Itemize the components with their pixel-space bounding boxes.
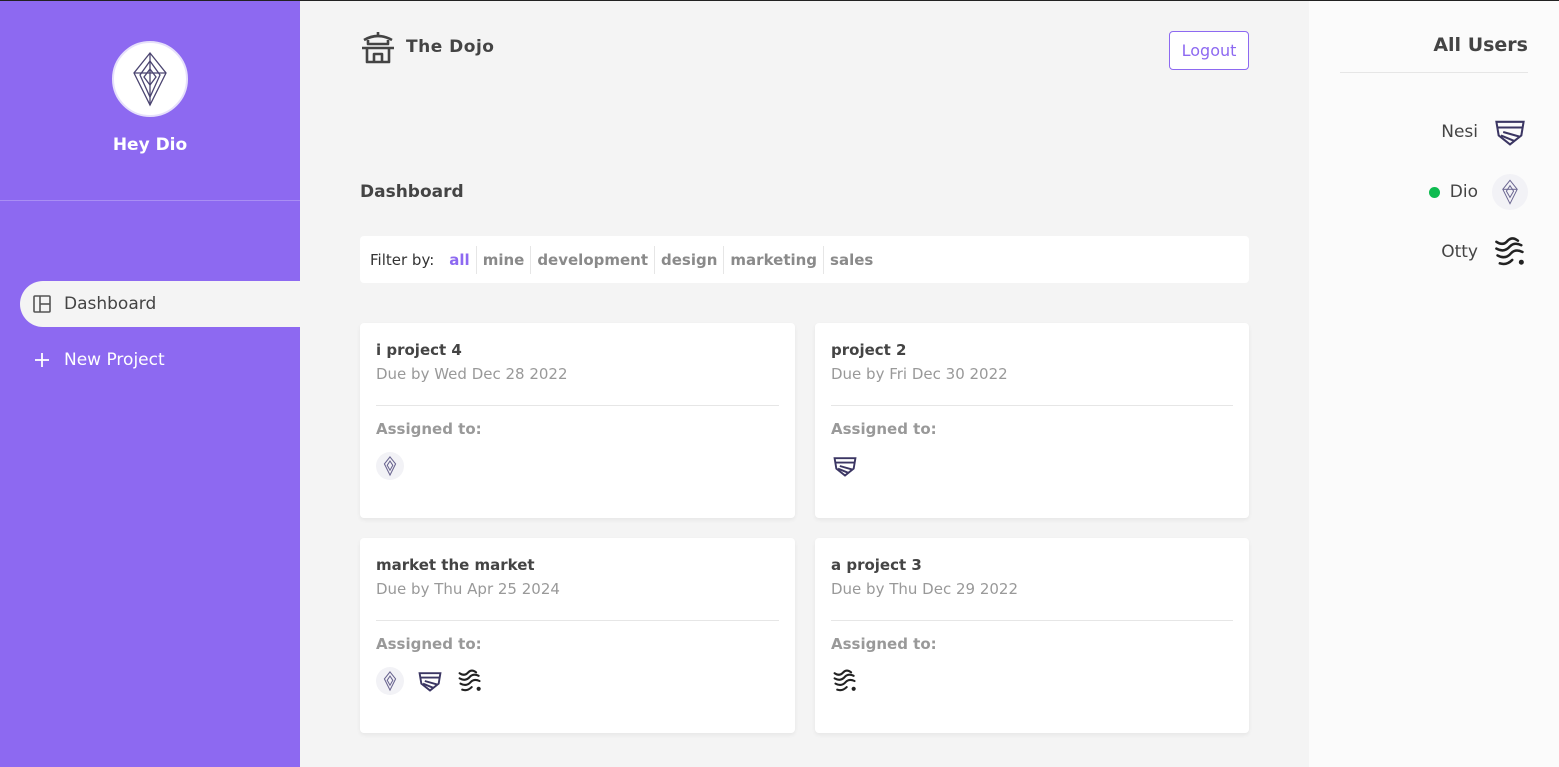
project-card[interactable]: a project 3 Due by Thu Dec 29 2022 Assig… [815, 538, 1249, 733]
project-card[interactable]: i project 4 Due by Wed Dec 28 2022 Assig… [360, 323, 795, 518]
card-divider [376, 620, 779, 621]
user-avatar [1492, 114, 1528, 150]
nav-dashboard-label: Dashboard [64, 294, 157, 314]
wavy-lines-avatar-icon [1495, 237, 1524, 266]
card-divider [831, 405, 1233, 406]
assigned-label: Assigned to: [831, 635, 937, 653]
sidebar: Hey Dio Dashboard New Project [0, 0, 300, 767]
filter-mine[interactable]: mine [477, 245, 532, 274]
geometric-diamond-avatar-icon [383, 456, 397, 477]
user-item: Dio [1428, 174, 1528, 210]
project-due-date: Due by Wed Dec 28 2022 [376, 365, 568, 383]
brand-name: The Dojo [406, 37, 495, 57]
card-divider [831, 620, 1233, 621]
wavy-lines-avatar-icon [458, 669, 481, 692]
nav-new-project-label: New Project [64, 350, 165, 370]
dashboard-icon [33, 295, 51, 313]
brand[interactable]: The Dojo [360, 30, 494, 64]
user-avatar [1492, 174, 1528, 210]
assigned-avatars [831, 452, 1233, 480]
nav-dashboard[interactable]: Dashboard [20, 281, 300, 327]
assigned-label: Assigned to: [831, 420, 937, 438]
page-title: Dashboard [360, 182, 464, 202]
online-indicator [1428, 186, 1440, 198]
project-card[interactable]: market the market Due by Thu Apr 25 2024… [360, 538, 795, 733]
assigned-avatars [376, 452, 779, 480]
geometric-diamond-avatar-icon [133, 51, 167, 107]
assigned-avatars [831, 667, 1233, 695]
user-name: Nesi [1441, 122, 1478, 142]
avatar-dio [376, 452, 404, 480]
project-due-date: Due by Thu Dec 29 2022 [831, 580, 1018, 598]
avatar-otty [831, 667, 859, 695]
project-due-date: Due by Fri Dec 30 2022 [831, 365, 1008, 383]
users-panel-title: All Users [1433, 34, 1528, 56]
card-divider [376, 405, 779, 406]
filter-sales[interactable]: sales [824, 246, 879, 274]
avatar-nesi [416, 667, 444, 695]
greeting: Hey Dio [112, 135, 188, 155]
project-title: i project 4 [376, 341, 462, 359]
user-name: Dio [1449, 182, 1478, 202]
filter-label: Filter by: [370, 250, 435, 269]
assigned-avatars [376, 667, 779, 695]
project-title: project 2 [831, 341, 907, 359]
filter-design[interactable]: design [655, 245, 725, 274]
user-name: Otty [1441, 242, 1478, 262]
project-due-date: Due by Thu Apr 25 2024 [376, 580, 560, 598]
user-avatar [1492, 234, 1528, 270]
logout-button[interactable]: Logout [1169, 31, 1249, 70]
filter-all[interactable]: all [443, 245, 477, 274]
window-top-border [0, 0, 1559, 1]
geometric-diamond-avatar-icon [383, 671, 397, 692]
users-divider [1340, 72, 1528, 73]
avatar-otty [456, 667, 484, 695]
user-item: Otty [1441, 234, 1528, 270]
user-item: Nesi [1441, 114, 1528, 150]
temple-icon [362, 32, 394, 64]
assigned-label: Assigned to: [376, 420, 482, 438]
striped-shield-avatar-icon [1495, 120, 1525, 146]
project-filter: Filter by: all mine development design m… [360, 236, 1249, 283]
avatar-dio [376, 667, 404, 695]
project-title: a project 3 [831, 556, 922, 574]
nav-new-project[interactable]: New Project [20, 337, 300, 383]
filter-development[interactable]: development [531, 245, 656, 274]
avatar-nesi [831, 452, 859, 480]
users-panel: All Users Nesi Dio Otty [1309, 0, 1559, 767]
wavy-lines-avatar-icon [833, 669, 856, 692]
project-title: market the market [376, 556, 535, 574]
user-avatar [112, 41, 188, 117]
filter-marketing[interactable]: marketing [724, 245, 825, 274]
striped-shield-avatar-icon [418, 672, 442, 692]
assigned-label: Assigned to: [376, 635, 482, 653]
plus-icon [33, 351, 51, 369]
striped-shield-avatar-icon [833, 457, 857, 477]
geometric-diamond-avatar-icon [1502, 179, 1518, 205]
project-card[interactable]: project 2 Due by Fri Dec 30 2022 Assigne… [815, 323, 1249, 518]
